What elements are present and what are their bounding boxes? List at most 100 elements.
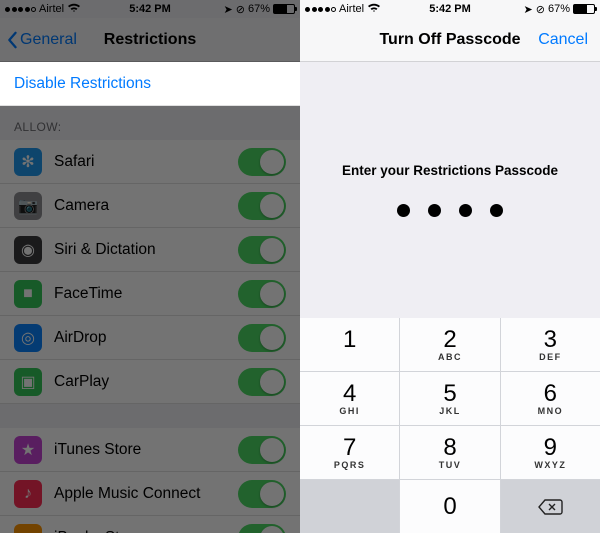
cancel-button[interactable]: Cancel <box>538 31 588 49</box>
row-label: CarPlay <box>54 373 109 391</box>
row-label: AirDrop <box>54 329 107 347</box>
status-bar: Airtel 5:42 PM ➤ ⊘ 67% <box>300 0 600 18</box>
nav-title: Turn Off Passcode <box>379 31 520 49</box>
key-letters: JKL <box>439 407 461 416</box>
status-time: 5:42 PM <box>129 3 171 15</box>
row-label: iTunes Store <box>54 441 141 459</box>
key-digit: 8 <box>443 436 456 460</box>
key-9[interactable]: 9WXYZ <box>501 426 600 479</box>
location-icon: ➤ <box>224 3 233 16</box>
camera-icon: 📷 <box>14 192 42 220</box>
settings-restrictions-screen: Airtel 5:42 PM ➤ ⊘ 67% General Restricti… <box>0 0 300 533</box>
back-button[interactable]: General <box>6 31 77 49</box>
row-label: FaceTime <box>54 285 122 303</box>
numeric-keypad: 1 2ABC3DEF4GHI5JKL6MNO7PQRS8TUV9WXYZ0 <box>300 318 600 533</box>
key-0[interactable]: 0 <box>400 480 499 533</box>
row-label: Camera <box>54 197 109 215</box>
row-label: iBooks Store <box>54 529 142 533</box>
allow-section-header: ALLOW: <box>0 106 300 140</box>
key-letters: PQRS <box>334 461 366 470</box>
key-digit: 0 <box>443 495 456 519</box>
key-digit: 7 <box>343 436 356 460</box>
key-backspace[interactable] <box>501 480 600 533</box>
wifi-icon <box>67 3 81 16</box>
chevron-left-icon <box>6 31 18 49</box>
toggle-switch[interactable] <box>238 368 286 396</box>
setting-row-camera[interactable]: 📷 Camera <box>0 184 300 228</box>
nav-title: Restrictions <box>104 31 196 49</box>
facetime-icon: ■ <box>14 280 42 308</box>
key-8[interactable]: 8TUV <box>400 426 499 479</box>
toggle-switch[interactable] <box>238 524 286 533</box>
key-3[interactable]: 3DEF <box>501 318 600 371</box>
key-5[interactable]: 5JKL <box>400 372 499 425</box>
nav-bar: General Restrictions <box>0 18 300 62</box>
disable-restrictions-row[interactable]: Disable Restrictions <box>0 62 300 106</box>
key-blank <box>300 480 399 533</box>
toggle-switch[interactable] <box>238 236 286 264</box>
key-letters: GHI <box>339 407 360 416</box>
toggle-switch[interactable] <box>238 324 286 352</box>
setting-row-music[interactable]: ♪Apple Music Connect <box>0 472 300 516</box>
ibooks-icon: ▭ <box>14 524 42 533</box>
wifi-icon <box>367 3 381 16</box>
setting-row-siri[interactable]: ◉ Siri & Dictation <box>0 228 300 272</box>
key-digit: 2 <box>443 328 456 352</box>
back-label: General <box>20 31 77 49</box>
setting-row-carplay[interactable]: ▣ CarPlay <box>0 360 300 404</box>
setting-row-safari[interactable]: ✻ Safari <box>0 140 300 184</box>
passcode-screen: Airtel 5:42 PM ➤ ⊘ 67% Turn Off Passcode… <box>300 0 600 533</box>
key-digit: 5 <box>443 382 456 406</box>
carrier-name: Airtel <box>39 3 64 15</box>
battery-percent: 67% <box>248 3 270 15</box>
key-2[interactable]: 2ABC <box>400 318 499 371</box>
status-bar: Airtel 5:42 PM ➤ ⊘ 67% <box>0 0 300 18</box>
key-letters: ABC <box>438 353 462 362</box>
key-1[interactable]: 1 <box>300 318 399 371</box>
key-letters: MNO <box>538 407 564 416</box>
itunes-icon: ★ <box>14 436 42 464</box>
key-digit: 4 <box>343 382 356 406</box>
passcode-dots <box>397 204 503 217</box>
battery-percent: 67% <box>548 3 570 15</box>
key-digit: 1 <box>343 328 356 352</box>
alarm-icon: ⊘ <box>536 3 545 16</box>
row-label: Siri & Dictation <box>54 241 156 259</box>
signal-dots-icon <box>305 7 336 12</box>
key-7[interactable]: 7PQRS <box>300 426 399 479</box>
safari-icon: ✻ <box>14 148 42 176</box>
key-4[interactable]: 4GHI <box>300 372 399 425</box>
toggle-switch[interactable] <box>238 280 286 308</box>
key-6[interactable]: 6MNO <box>501 372 600 425</box>
carplay-icon: ▣ <box>14 368 42 396</box>
nav-bar: Turn Off Passcode Cancel <box>300 18 600 62</box>
setting-row-airdrop[interactable]: ◎ AirDrop <box>0 316 300 360</box>
key-letters: WXYZ <box>534 461 566 470</box>
setting-row-itunes[interactable]: ★ iTunes Store <box>0 428 300 472</box>
key-letters: DEF <box>539 353 562 362</box>
location-icon: ➤ <box>524 3 533 16</box>
siri-icon: ◉ <box>14 236 42 264</box>
setting-row-facetime[interactable]: ■ FaceTime <box>0 272 300 316</box>
key-digit: 6 <box>544 382 557 406</box>
toggle-switch[interactable] <box>238 148 286 176</box>
disable-restrictions-label: Disable Restrictions <box>14 75 151 93</box>
toggle-switch[interactable] <box>238 192 286 220</box>
row-label: Safari <box>54 153 95 171</box>
status-time: 5:42 PM <box>429 3 471 15</box>
setting-row-ibooks[interactable]: ▭ iBooks Store <box>0 516 300 533</box>
toggle-switch[interactable] <box>238 480 286 508</box>
key-letters <box>348 353 352 362</box>
key-digit: 9 <box>544 436 557 460</box>
key-digit: 3 <box>544 328 557 352</box>
carrier-name: Airtel <box>339 3 364 15</box>
alarm-icon: ⊘ <box>236 3 245 16</box>
airdrop-icon: ◎ <box>14 324 42 352</box>
music-icon: ♪ <box>14 480 42 508</box>
battery-icon <box>273 4 295 14</box>
toggle-switch[interactable] <box>238 436 286 464</box>
passcode-body: Enter your Restrictions Passcode <box>300 62 600 318</box>
battery-icon <box>573 4 595 14</box>
signal-dots-icon <box>5 7 36 12</box>
backspace-icon <box>537 498 563 516</box>
